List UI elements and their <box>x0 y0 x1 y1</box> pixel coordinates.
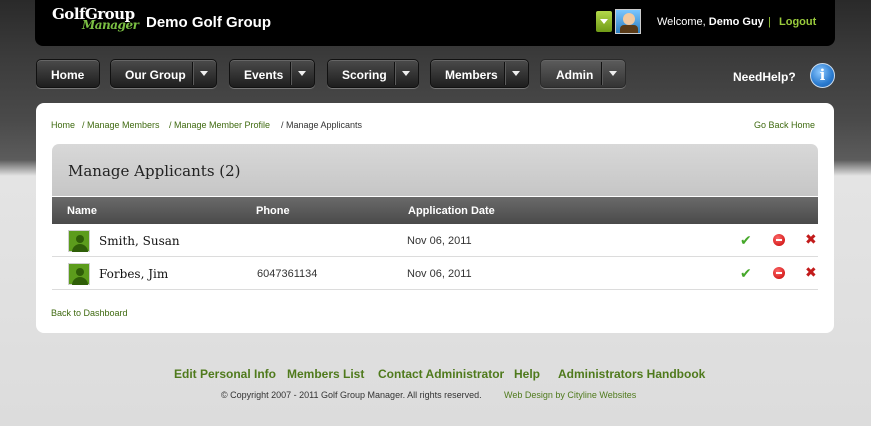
footer-link-members-list[interactable]: Members List <box>287 367 364 381</box>
nav-members-button[interactable]: Members <box>430 59 529 88</box>
footer-link-administrators-handbook[interactable]: Administrators Handbook <box>558 367 705 381</box>
copyright-text: © Copyright 2007 - 2011 Golf Group Manag… <box>221 390 482 400</box>
nav-admin-label: Admin <box>556 68 594 82</box>
chevron-down-icon[interactable] <box>394 62 416 85</box>
user-menu-dropdown-icon[interactable] <box>596 11 612 32</box>
welcome-prefix: Welcome, <box>657 16 709 28</box>
breadcrumb-manage-member-profile[interactable]: / Manage Member Profile <box>169 120 270 130</box>
avatar <box>68 230 90 252</box>
applicant-name[interactable]: Forbes, Jim <box>99 267 168 281</box>
nav-our-group-button[interactable]: Our Group <box>110 59 217 88</box>
nav-events-button[interactable]: Events <box>229 59 315 88</box>
applicant-name[interactable]: Smith, Susan <box>99 234 180 248</box>
approve-check-icon[interactable]: ✔ <box>740 265 752 282</box>
web-design-link[interactable]: Web Design by Cityline Websites <box>504 390 636 400</box>
avatar[interactable] <box>615 9 641 34</box>
footer-link-edit-personal-info[interactable]: Edit Personal Info <box>174 367 276 381</box>
group-name: Demo Golf Group <box>146 14 271 31</box>
page-title: Manage Applicants (2) <box>68 162 241 180</box>
applicant-phone: 6047361134 <box>257 268 318 280</box>
chevron-down-icon[interactable] <box>504 62 526 85</box>
approve-check-icon[interactable]: ✔ <box>740 232 752 249</box>
go-back-home-link[interactable]: Go Back Home <box>754 120 815 130</box>
nav-home-label: Home <box>51 68 85 82</box>
nav-members-label: Members <box>445 68 498 82</box>
table-row: Smith, Susan Nov 06, 2011 ✔ ✖ <box>52 224 818 257</box>
nav-scoring-button[interactable]: Scoring <box>327 59 419 88</box>
reject-block-icon[interactable] <box>773 234 785 246</box>
nav-home-button[interactable]: Home <box>36 59 100 88</box>
content-panel: Home / Manage Members / Manage Member Pr… <box>36 103 834 333</box>
user-name: Demo Guy <box>708 16 764 28</box>
welcome-text: Welcome, Demo Guy <box>657 16 764 28</box>
header-separator: | <box>768 16 771 28</box>
nav-scoring-label: Scoring <box>342 68 387 82</box>
nav-admin-button[interactable]: Admin <box>540 59 626 88</box>
info-icon[interactable]: i <box>810 63 835 88</box>
top-header: GolfGroup Manager Demo Golf Group Welcom… <box>35 0 835 46</box>
delete-x-icon[interactable]: ✖ <box>805 231 817 248</box>
nav-events-label: Events <box>244 68 284 82</box>
logout-link[interactable]: Logout <box>779 16 816 28</box>
footer-link-help[interactable]: Help <box>514 367 540 381</box>
reject-block-icon[interactable] <box>773 267 785 279</box>
breadcrumb-manage-applicants: / Manage Applicants <box>281 120 363 130</box>
column-header-application-date: Application Date <box>408 205 495 217</box>
applicant-date: Nov 06, 2011 <box>407 235 472 247</box>
breadcrumb-manage-members[interactable]: / Manage Members <box>82 120 160 130</box>
column-header-name: Name <box>67 205 97 217</box>
footer-link-contact-administrator[interactable]: Contact Administrator <box>378 367 504 381</box>
breadcrumb-home[interactable]: Home <box>51 120 75 130</box>
delete-x-icon[interactable]: ✖ <box>805 264 817 281</box>
logo[interactable]: GolfGroup Manager <box>52 5 140 35</box>
table-header: Name Phone Application Date <box>52 197 818 224</box>
chevron-down-icon[interactable] <box>601 62 623 85</box>
chevron-down-icon[interactable] <box>290 62 312 85</box>
avatar <box>68 263 90 285</box>
page-title-bar: Manage Applicants (2) <box>52 144 818 196</box>
back-to-dashboard-link[interactable]: Back to Dashboard <box>51 308 128 318</box>
logo-text-manager: Manager <box>82 18 139 32</box>
chevron-down-icon[interactable] <box>192 62 214 85</box>
need-help-label[interactable]: NeedHelp? <box>733 70 796 84</box>
column-header-phone: Phone <box>256 205 290 217</box>
table-row: Forbes, Jim 6047361134 Nov 06, 2011 ✔ ✖ <box>52 257 818 290</box>
applicant-date: Nov 06, 2011 <box>407 268 472 280</box>
nav-our-group-label: Our Group <box>125 68 186 82</box>
